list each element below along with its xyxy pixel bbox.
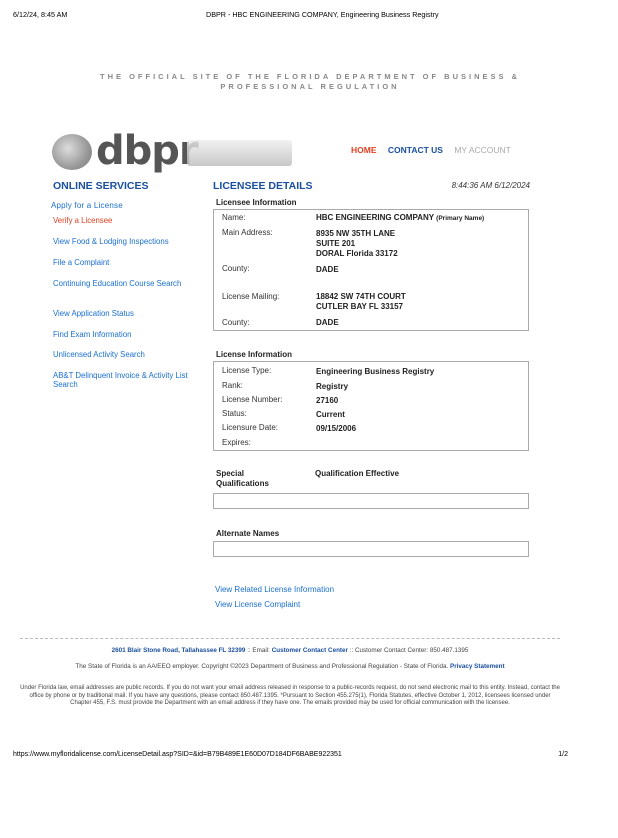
mailing-line1: 18842 SW 74TH COURT bbox=[316, 292, 406, 301]
footer-privacy-link[interactable]: Privacy Statement bbox=[450, 663, 505, 670]
alternate-names-heading: Alternate Names bbox=[216, 529, 280, 538]
license-type-label: License Type: bbox=[222, 366, 272, 375]
footer-email-prefix: :: Email: bbox=[247, 647, 270, 654]
mailing-line2: CUTLER BAY FL 33157 bbox=[316, 302, 403, 311]
license-number-value: 27160 bbox=[316, 396, 339, 405]
sidebar-item-complaint[interactable]: File a Complaint bbox=[53, 258, 109, 267]
status-value: Current bbox=[316, 410, 345, 419]
nav-contact-link[interactable]: CONTACT US bbox=[388, 145, 443, 155]
footer-address: 2601 Blair Stone Road, Tallahassee FL 32… bbox=[111, 647, 246, 654]
print-footer: https://www.myfloridalicense.com/License… bbox=[13, 751, 568, 758]
licensee-info-heading: Licensee Information bbox=[216, 198, 297, 207]
footer-divider bbox=[20, 638, 560, 639]
timestamp: 8:44:36 AM 6/12/2024 bbox=[451, 181, 530, 190]
logo-text: dbpr bbox=[96, 128, 199, 174]
sidebar-item-ce-search[interactable]: Continuing Education Course Search bbox=[53, 279, 193, 288]
licensee-name: HBC ENGINEERING COMPANY bbox=[316, 213, 434, 222]
main-address-line1: 8935 NW 35TH LANE bbox=[316, 229, 396, 238]
licensure-date-label: Licensure Date: bbox=[222, 423, 279, 432]
sidebar-item-exam[interactable]: Find Exam Information bbox=[53, 330, 131, 339]
name-value: HBC ENGINEERING COMPANY (Primary Name) bbox=[316, 213, 484, 224]
special-qual-box bbox=[213, 493, 529, 509]
main-address-line3: DORAL Florida 33172 bbox=[316, 249, 398, 258]
sidebar-item-verify[interactable]: Verify a Licensee bbox=[53, 216, 112, 225]
footer-contact-center-phone: :: Customer Contact Center: 850.487.1395 bbox=[349, 647, 469, 654]
name-suffix: (Primary Name) bbox=[436, 215, 485, 222]
license-type-value: Engineering Business Registry bbox=[316, 367, 435, 376]
special-qual-heading: Special Qualifications bbox=[216, 469, 269, 488]
county-label: County: bbox=[222, 264, 250, 273]
sidebar-title: ONLINE SERVICES bbox=[53, 180, 149, 192]
mailing-label: License Mailing: bbox=[222, 292, 280, 301]
nav-home-link[interactable]: HOME bbox=[351, 145, 377, 155]
status-label: Status: bbox=[222, 409, 247, 418]
qual-effective-heading: Qualification Effective bbox=[315, 469, 400, 478]
rank-label: Rank: bbox=[222, 381, 243, 390]
footer-legal: Under Florida law, email addresses are p… bbox=[20, 685, 560, 707]
sidebar-item-abt[interactable]: AB&T Delinquent Invoice & Activity List … bbox=[53, 371, 198, 389]
county-value: DADE bbox=[316, 265, 339, 274]
print-page-title: DBPR - HBC ENGINEERING COMPANY, Engineer… bbox=[206, 10, 439, 19]
licensee-details-title: LICENSEE DETAILS bbox=[213, 180, 313, 192]
footer-eeo-text: The State of Florida is an AA/EEO employ… bbox=[75, 663, 449, 670]
footer-contact-line: 2601 Blair Stone Road, Tallahassee FL 32… bbox=[20, 647, 560, 655]
licensee-info-box: Name: HBC ENGINEERING COMPANY (Primary N… bbox=[213, 209, 529, 331]
site-tagline: THE OFFICIAL SITE OF THE FLORIDA DEPARTM… bbox=[99, 72, 521, 91]
license-info-heading: License Information bbox=[216, 350, 293, 359]
footer-contact-center-link[interactable]: Customer Contact Center bbox=[272, 647, 348, 654]
county2-label: County: bbox=[222, 318, 250, 327]
main-address-label: Main Address: bbox=[222, 228, 273, 237]
main-address-line2: SUITE 201 bbox=[316, 239, 356, 248]
sidebar-item-apply[interactable]: Apply for a License bbox=[51, 201, 123, 210]
footer-eeo: The State of Florida is an AA/EEO employ… bbox=[20, 663, 560, 671]
print-page-number: 1/2 bbox=[558, 751, 568, 758]
county2-value: DADE bbox=[316, 318, 339, 327]
name-label: Name: bbox=[222, 213, 246, 222]
license-complaint-link[interactable]: View License Complaint bbox=[215, 600, 300, 609]
rank-value: Registry bbox=[316, 382, 349, 391]
alternate-names-box bbox=[213, 541, 529, 557]
related-license-link[interactable]: View Related License Information bbox=[215, 585, 334, 594]
expires-label: Expires: bbox=[222, 438, 251, 447]
nav-account-link[interactable]: MY ACCOUNT bbox=[454, 145, 511, 155]
sidebar-item-food-lodging[interactable]: View Food & Lodging Inspections bbox=[53, 237, 169, 246]
dbpr-logo[interactable]: dbpr bbox=[52, 128, 292, 174]
print-url: https://www.myfloridalicense.com/License… bbox=[13, 751, 342, 758]
sidebar-item-unlicensed[interactable]: Unlicensed Activity Search bbox=[53, 350, 145, 359]
florida-seal-icon bbox=[52, 134, 92, 170]
logo-subtitle-graphic bbox=[187, 140, 292, 166]
license-info-box: License Type: Engineering Business Regis… bbox=[213, 361, 529, 451]
top-nav: HOME CONTACT US MY ACCOUNT bbox=[351, 145, 520, 155]
license-number-label: License Number: bbox=[222, 395, 283, 404]
licensure-date-value: 09/15/2006 bbox=[316, 424, 357, 433]
sidebar-item-app-status[interactable]: View Application Status bbox=[53, 309, 134, 318]
print-datetime: 6/12/24, 8:45 AM bbox=[13, 10, 68, 19]
